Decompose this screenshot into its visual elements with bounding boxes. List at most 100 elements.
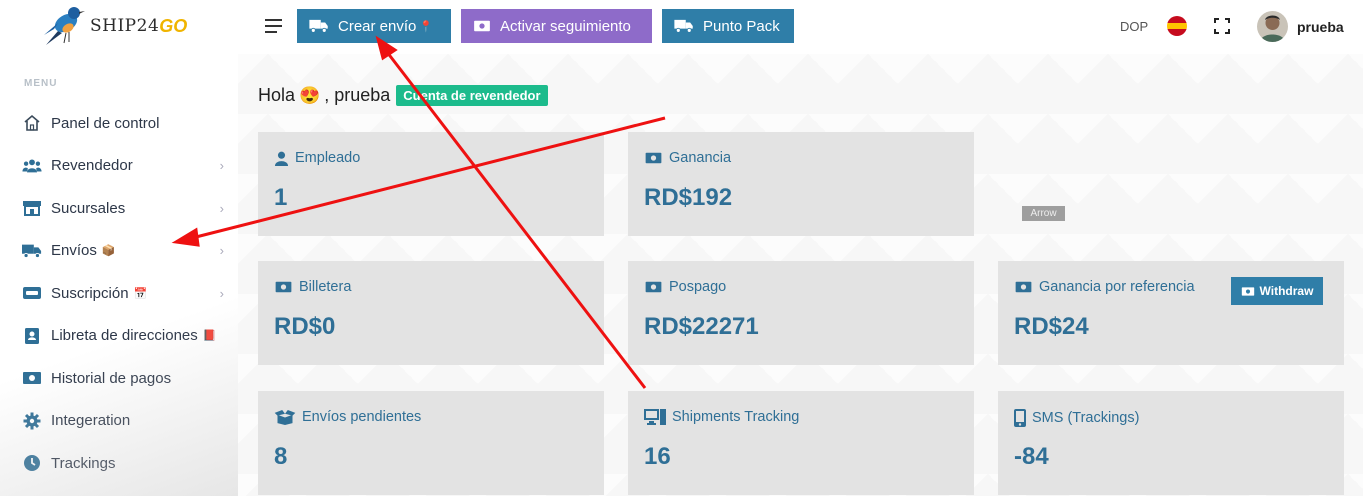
book-emoji-icon: 📕 [202,330,217,343]
sidebar-item-label: Trackings [51,454,116,472]
crear-envio-button[interactable]: Crear envío 📍 [297,9,451,43]
truck-icon [22,241,42,261]
card-title: Ganancia por referencia [1039,279,1195,295]
chevron-right-icon: › [219,158,224,174]
card-pospago: Pospago RD$22271 [628,261,974,365]
sidebar-item-label: Revendedor [51,157,133,175]
greeting-hola: Hola [258,85,296,105]
logo-text: SHIP24 [90,16,160,36]
card-ganancia: Ganancia RD$192 [628,132,974,236]
card-envios-pendientes: Envíos pendientes 8 [258,391,604,495]
home-icon [22,113,42,133]
sidebar-item-integeration[interactable]: Integeration [0,400,238,443]
chevron-right-icon: › [219,200,224,216]
card-title: Envíos pendientes [302,409,422,425]
money-icon [22,368,42,388]
sidebar-item-revendedor[interactable]: Revendedor › [0,145,238,188]
card-title: Shipments Tracking [672,409,800,425]
fullscreen-icon[interactable] [1214,18,1230,34]
sidebar-item-suscripcion[interactable]: Suscripción 📅 › [0,272,238,315]
logo[interactable]: SHIP24 GO [38,0,208,52]
user-icon [274,151,289,166]
sidebar-item-sucursales[interactable]: Sucursales › [0,187,238,230]
money-icon [1015,281,1032,293]
withdraw-button[interactable]: Withdraw [1231,277,1323,305]
sidebar-item-label: Panel de control [51,114,160,132]
spain-flag-icon[interactable] [1167,16,1187,36]
sidebar-item-envios[interactable]: Envíos 📦 › [0,230,238,273]
sidebar-item-label: Envíos [51,242,97,260]
card-value: RD$22271 [644,313,759,340]
activar-seguimiento-label: Activar seguimiento [500,17,631,35]
withdraw-label: Withdraw [1259,284,1314,298]
truck-icon [309,19,328,33]
sidebar: SHIP24 GO MENU Panel de control Revended… [0,0,238,496]
money-icon [1241,286,1254,296]
crear-envio-label: Crear envío [338,17,417,35]
heart-eyes-emoji-icon: 😍 [299,85,321,105]
card-title: Billetera [299,279,352,295]
money-icon [645,281,662,293]
sidebar-item-label: Integeration [51,412,131,430]
pin-emoji-icon: 📍 [419,20,434,33]
sidebar-item-label: Libreta de direcciones [51,327,198,345]
card-title: SMS (Trackings) [1032,410,1140,426]
sidebar-item-trackings[interactable]: Trackings [0,442,238,485]
sidebar-item-libreta-de-direcciones[interactable]: Libreta de direcciones 📕 [0,315,238,358]
card-icon [22,283,42,303]
greeting-name: , prueba [324,85,391,105]
clock-icon [22,453,42,473]
punto-pack-label: Punto Pack [703,17,780,35]
sidebar-item-panel-de-control[interactable]: Panel de control [0,102,238,145]
card-value: 1 [274,184,288,211]
greeting: Hola 😍 , prueba Cuenta de revendedor [258,85,548,106]
card-value: RD$0 [274,313,336,340]
logo-go: GO [159,15,188,36]
card-empleado: Empleado 1 [258,132,604,236]
money-icon [474,20,490,32]
store-icon [22,198,42,218]
calendar-emoji-icon: 📅 [133,287,148,300]
card-title: Pospago [669,279,727,295]
hamburger-menu-icon[interactable] [265,19,282,33]
card-title: Ganancia [669,150,732,166]
punto-pack-button[interactable]: Punto Pack [662,9,794,43]
users-icon [22,156,42,176]
bird-logo-icon [44,7,85,45]
sidebar-item-label: Sucursales [51,199,126,217]
card-shipments-tracking: Shipments Tracking 16 [628,391,974,495]
card-value: 8 [274,443,288,470]
gear-icon [22,411,42,431]
open-box-icon [274,409,296,425]
avatar[interactable] [1257,11,1288,42]
currency-selector[interactable]: DOP [1120,19,1148,34]
card-billetera: Billetera RD$0 [258,261,604,365]
account-type-badge: Cuenta de revendedor [396,85,548,106]
money-icon [275,281,292,293]
card-value: -84 [1014,443,1049,470]
chevron-right-icon: › [219,285,224,301]
money-icon [645,152,662,164]
sidebar-item-label: Suscripción [51,284,129,302]
username[interactable]: prueba [1297,19,1344,35]
tooltip: Arrow [1022,206,1065,221]
mobile-phone-icon [1014,409,1026,427]
card-value: RD$24 [1014,313,1089,340]
contact-book-icon [22,326,42,346]
card-sms-trackings: SMS (Trackings) -84 [998,391,1344,495]
card-value: 16 [644,443,671,470]
menu-heading: MENU [24,78,58,89]
main-content: Hola 😍 , prueba Cuenta de revendedor Emp… [238,54,1363,496]
card-title: Empleado [295,150,361,166]
sidebar-menu: Panel de control Revendedor › Sucursales… [0,102,238,485]
card-value: RD$192 [644,184,733,211]
activar-seguimiento-button[interactable]: Activar seguimiento [461,9,652,43]
sidebar-item-historial-de-pagos[interactable]: Historial de pagos [0,357,238,400]
card-ganancia-por-referencia: Ganancia por referencia RD$24 Withdraw [998,261,1344,365]
sidebar-item-label: Historial de pagos [51,369,172,387]
truck-icon [674,19,693,33]
desktop-icon [644,409,666,425]
top-bar: Crear envío 📍 Activar seguimiento Punto … [238,0,1363,54]
chevron-right-icon: › [219,243,224,259]
package-emoji-icon: 📦 [101,245,116,258]
